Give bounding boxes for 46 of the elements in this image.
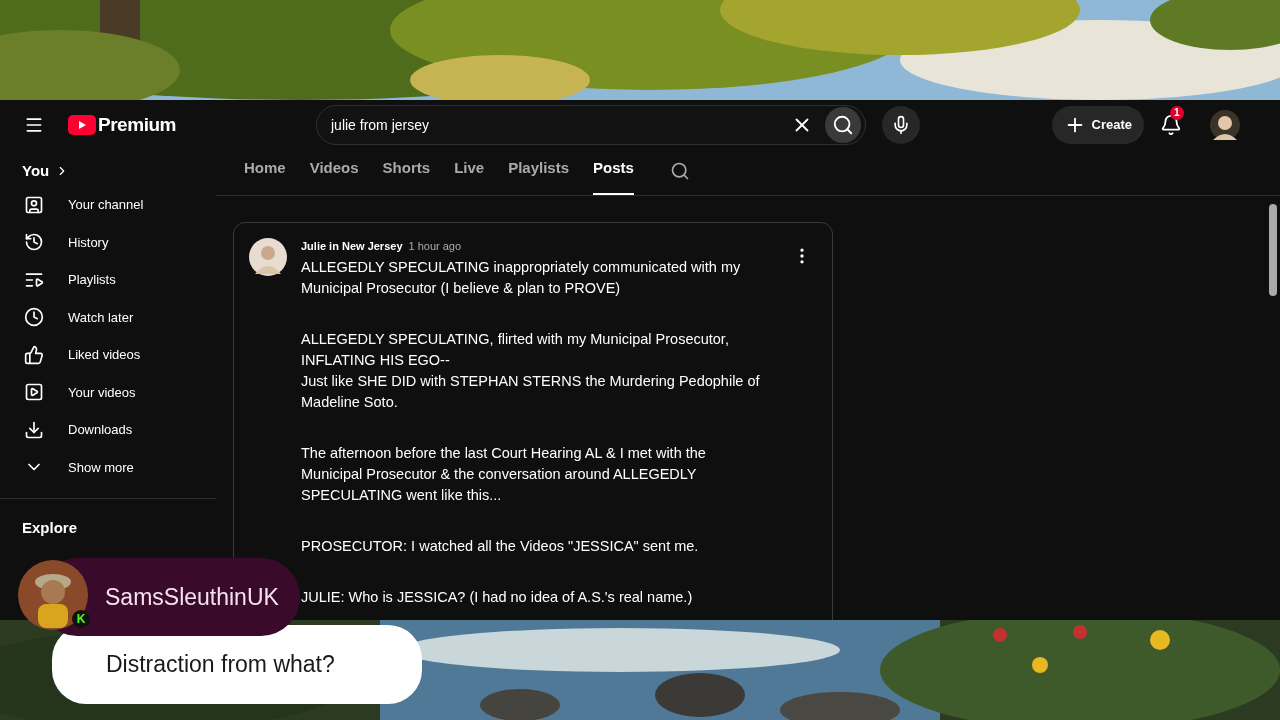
sidebar-item[interactable]: Liked videos bbox=[0, 336, 216, 374]
sidebar-item[interactable]: Your videos bbox=[0, 373, 216, 411]
microphone-icon bbox=[891, 115, 911, 135]
search-icon bbox=[832, 114, 854, 136]
history-icon bbox=[24, 232, 44, 253]
search-input[interactable]: julie from jersey bbox=[331, 114, 791, 136]
tab[interactable]: Videos bbox=[309, 156, 359, 195]
post-time: 1 hour ago bbox=[408, 239, 462, 254]
clock-icon bbox=[24, 307, 44, 328]
play-logo-icon bbox=[68, 115, 96, 135]
menu-button[interactable] bbox=[24, 115, 44, 135]
avatar bbox=[249, 238, 287, 276]
thumbs-up-icon bbox=[24, 344, 44, 365]
post-text: The afternoon before the last Court Hearing AL & I met with the Municipal Prosecutor & the conversation around ALLEGEDLY SPECULATING went like this... bbox=[301, 443, 707, 505]
sidebar-item[interactable]: Your channel bbox=[0, 186, 216, 224]
download-icon bbox=[24, 419, 44, 440]
avatar[interactable] bbox=[1210, 110, 1240, 140]
notifications-icon[interactable] bbox=[1160, 114, 1182, 136]
logo-text: Premium bbox=[98, 112, 176, 137]
tab[interactable]: Home bbox=[244, 156, 286, 195]
post-text: ALLEGEDLY SPECULATING inappropriately communicated with my Municipal Prosecutor (I believe & plan to PROVE) bbox=[301, 257, 742, 298]
play-square-icon bbox=[24, 382, 44, 403]
section-title: Explore bbox=[21, 518, 79, 538]
tab[interactable]: Posts bbox=[593, 156, 634, 195]
sidebar-item[interactable]: Downloads bbox=[0, 411, 216, 449]
post-text: ALLEGEDLY SPECULATING, flirted with my Municipal Prosecutor, INFLATING HIS EGO-- Just like SHE DID with STEPHAN STERNS the Murdering Pedophile of Madeline Soto. bbox=[301, 329, 761, 412]
tab[interactable]: Playlists bbox=[508, 156, 569, 195]
notification-count: 1 bbox=[1170, 106, 1184, 120]
sidebar-item[interactable]: Playlists bbox=[0, 261, 216, 299]
microphone-button[interactable] bbox=[882, 106, 920, 144]
post-text: JULIE: Who is JESSICA? (I had no idea of A.S.'s real name.) bbox=[301, 587, 694, 607]
sidebar-item[interactable]: Show more bbox=[0, 448, 216, 486]
create-button[interactable]: Create bbox=[1051, 106, 1144, 144]
user-square-icon bbox=[24, 194, 44, 215]
sidebar-item[interactable]: Watch later bbox=[0, 298, 216, 336]
search-icon[interactable] bbox=[669, 161, 690, 181]
tab[interactable]: Live bbox=[454, 156, 485, 195]
section-title[interactable]: You bbox=[22, 159, 50, 183]
scrollbar-thumb[interactable] bbox=[1269, 204, 1277, 296]
post-text: PROSECUTOR: I watched all the Videos "JESSICA" sent me. bbox=[301, 536, 700, 556]
sidebar-item[interactable]: History bbox=[0, 223, 216, 261]
search-button[interactable] bbox=[825, 107, 861, 143]
author-name[interactable]: Julie in New Jersey bbox=[301, 238, 403, 255]
tab[interactable]: Shorts bbox=[382, 156, 431, 195]
avatar bbox=[18, 560, 88, 630]
search-field[interactable]: julie from jersey bbox=[316, 105, 866, 145]
